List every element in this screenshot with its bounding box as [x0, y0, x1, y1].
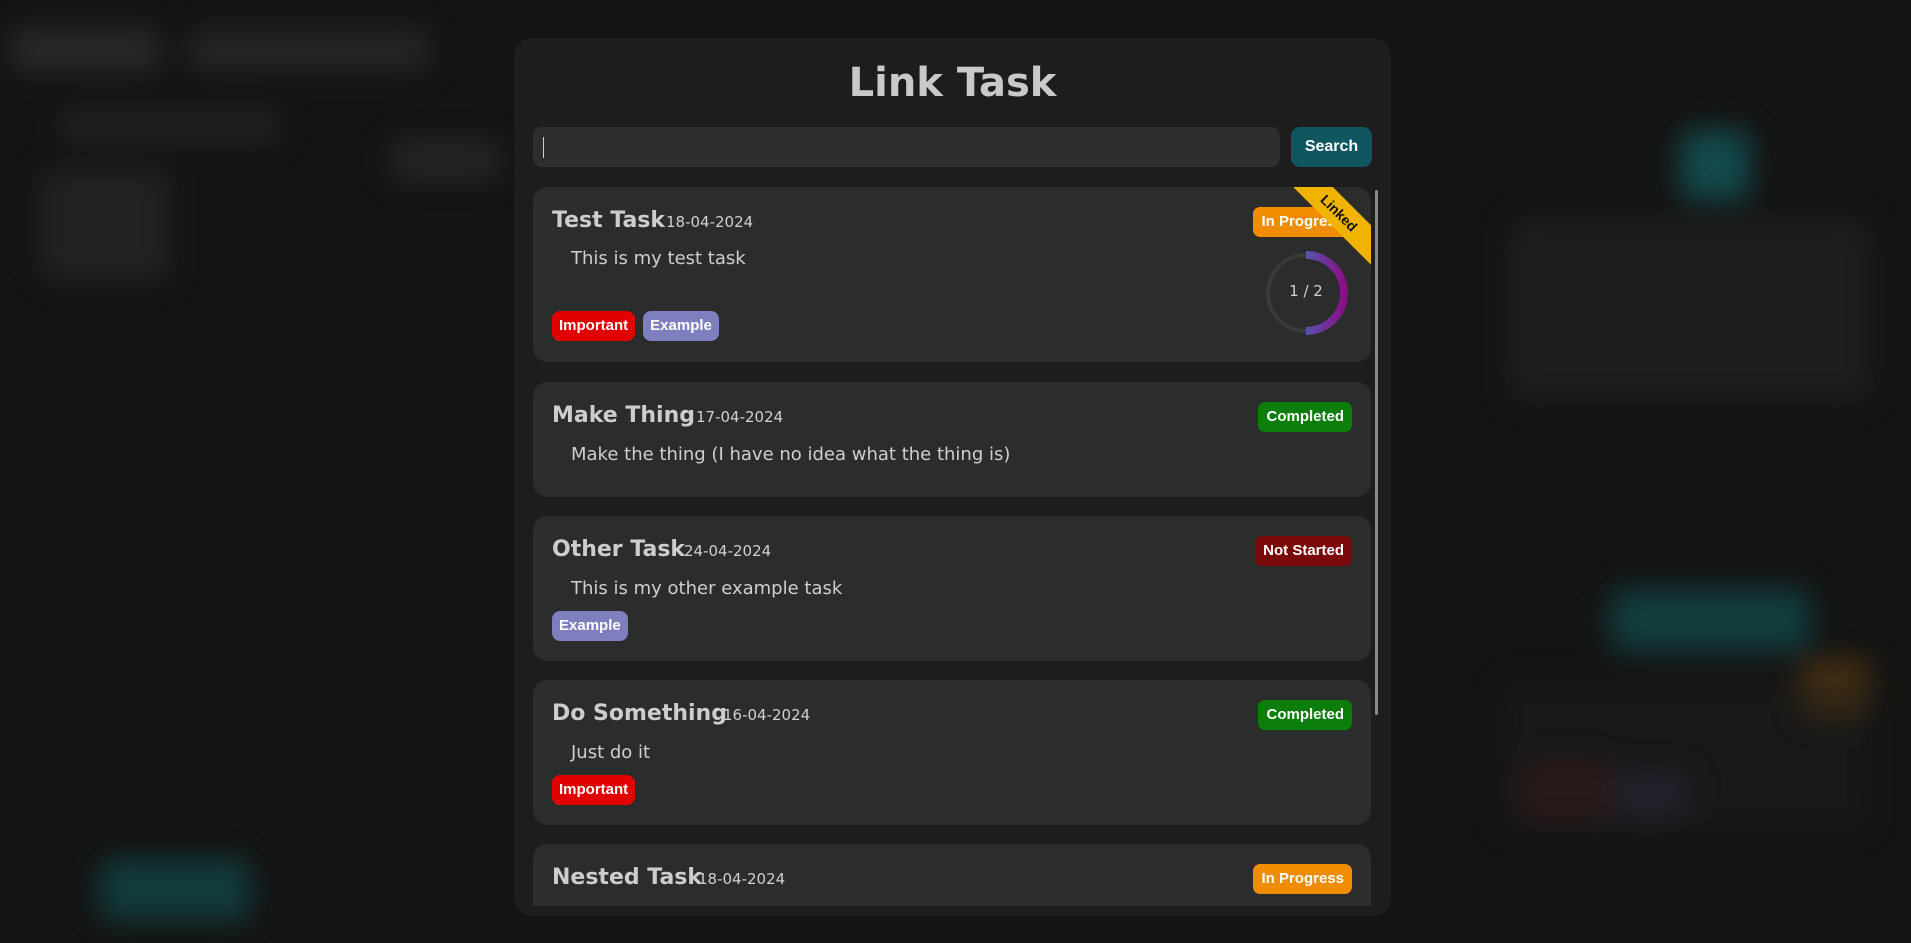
- tag-example: Example: [643, 311, 719, 341]
- search-row: Search: [533, 127, 1372, 167]
- search-input[interactable]: [533, 127, 1280, 167]
- search-button[interactable]: Search: [1291, 127, 1372, 167]
- progress-label: 1 / 2: [1289, 282, 1323, 300]
- task-description: Just do it: [571, 742, 651, 763]
- task-list[interactable]: Test Task 18-04-2024 This is my test tas…: [533, 187, 1379, 906]
- modal-title: Link Task: [848, 60, 1057, 106]
- task-title: Test Task: [552, 208, 666, 233]
- link-task-modal: Link Task Search Test Task 18-04-2024 Th…: [514, 38, 1391, 916]
- task-title: Nested Task: [552, 865, 703, 890]
- tag-important: Important: [552, 775, 636, 805]
- tag-important: Important: [552, 311, 636, 341]
- task-description: This is my other example task: [571, 578, 843, 599]
- status-badge: Not Started: [1255, 536, 1352, 566]
- task-date: 18-04-2024: [666, 213, 754, 231]
- task-card-other-task[interactable]: Other Task 24-04-2024 This is my other e…: [533, 516, 1371, 661]
- task-date: 18-04-2024: [698, 870, 786, 888]
- task-date: 24-04-2024: [684, 542, 772, 560]
- tag-list: Example: [552, 611, 628, 641]
- status-badge: In Progress: [1253, 864, 1352, 894]
- tag-list: Important Example: [552, 311, 719, 341]
- task-card-do-something[interactable]: Do Something 16-04-2024 Just do it Compl…: [533, 680, 1371, 825]
- task-card-nested-task[interactable]: Nested Task 18-04-2024 In Progress: [533, 844, 1371, 906]
- task-title: Make Thing: [552, 403, 695, 428]
- status-badge: Completed: [1258, 402, 1352, 432]
- task-title: Do Something: [552, 701, 727, 726]
- task-description: This is my test task: [571, 248, 746, 269]
- task-description: Make the thing (I have no idea what the …: [571, 444, 1011, 465]
- text-caret: [543, 137, 544, 158]
- tag-example: Example: [552, 611, 628, 641]
- status-badge: Completed: [1258, 700, 1352, 730]
- task-date: 17-04-2024: [696, 408, 784, 426]
- task-title: Other Task: [552, 537, 686, 562]
- subtask-progress-ring: 1 / 2: [1264, 251, 1348, 335]
- task-card-make-thing[interactable]: Make Thing 17-04-2024 Make the thing (I …: [533, 382, 1371, 497]
- task-date: 16-04-2024: [723, 706, 811, 724]
- tag-list: Important: [552, 775, 636, 805]
- task-card-test-task[interactable]: Test Task 18-04-2024 This is my test tas…: [533, 187, 1371, 362]
- task-list-scrollbar[interactable]: [1375, 190, 1378, 715]
